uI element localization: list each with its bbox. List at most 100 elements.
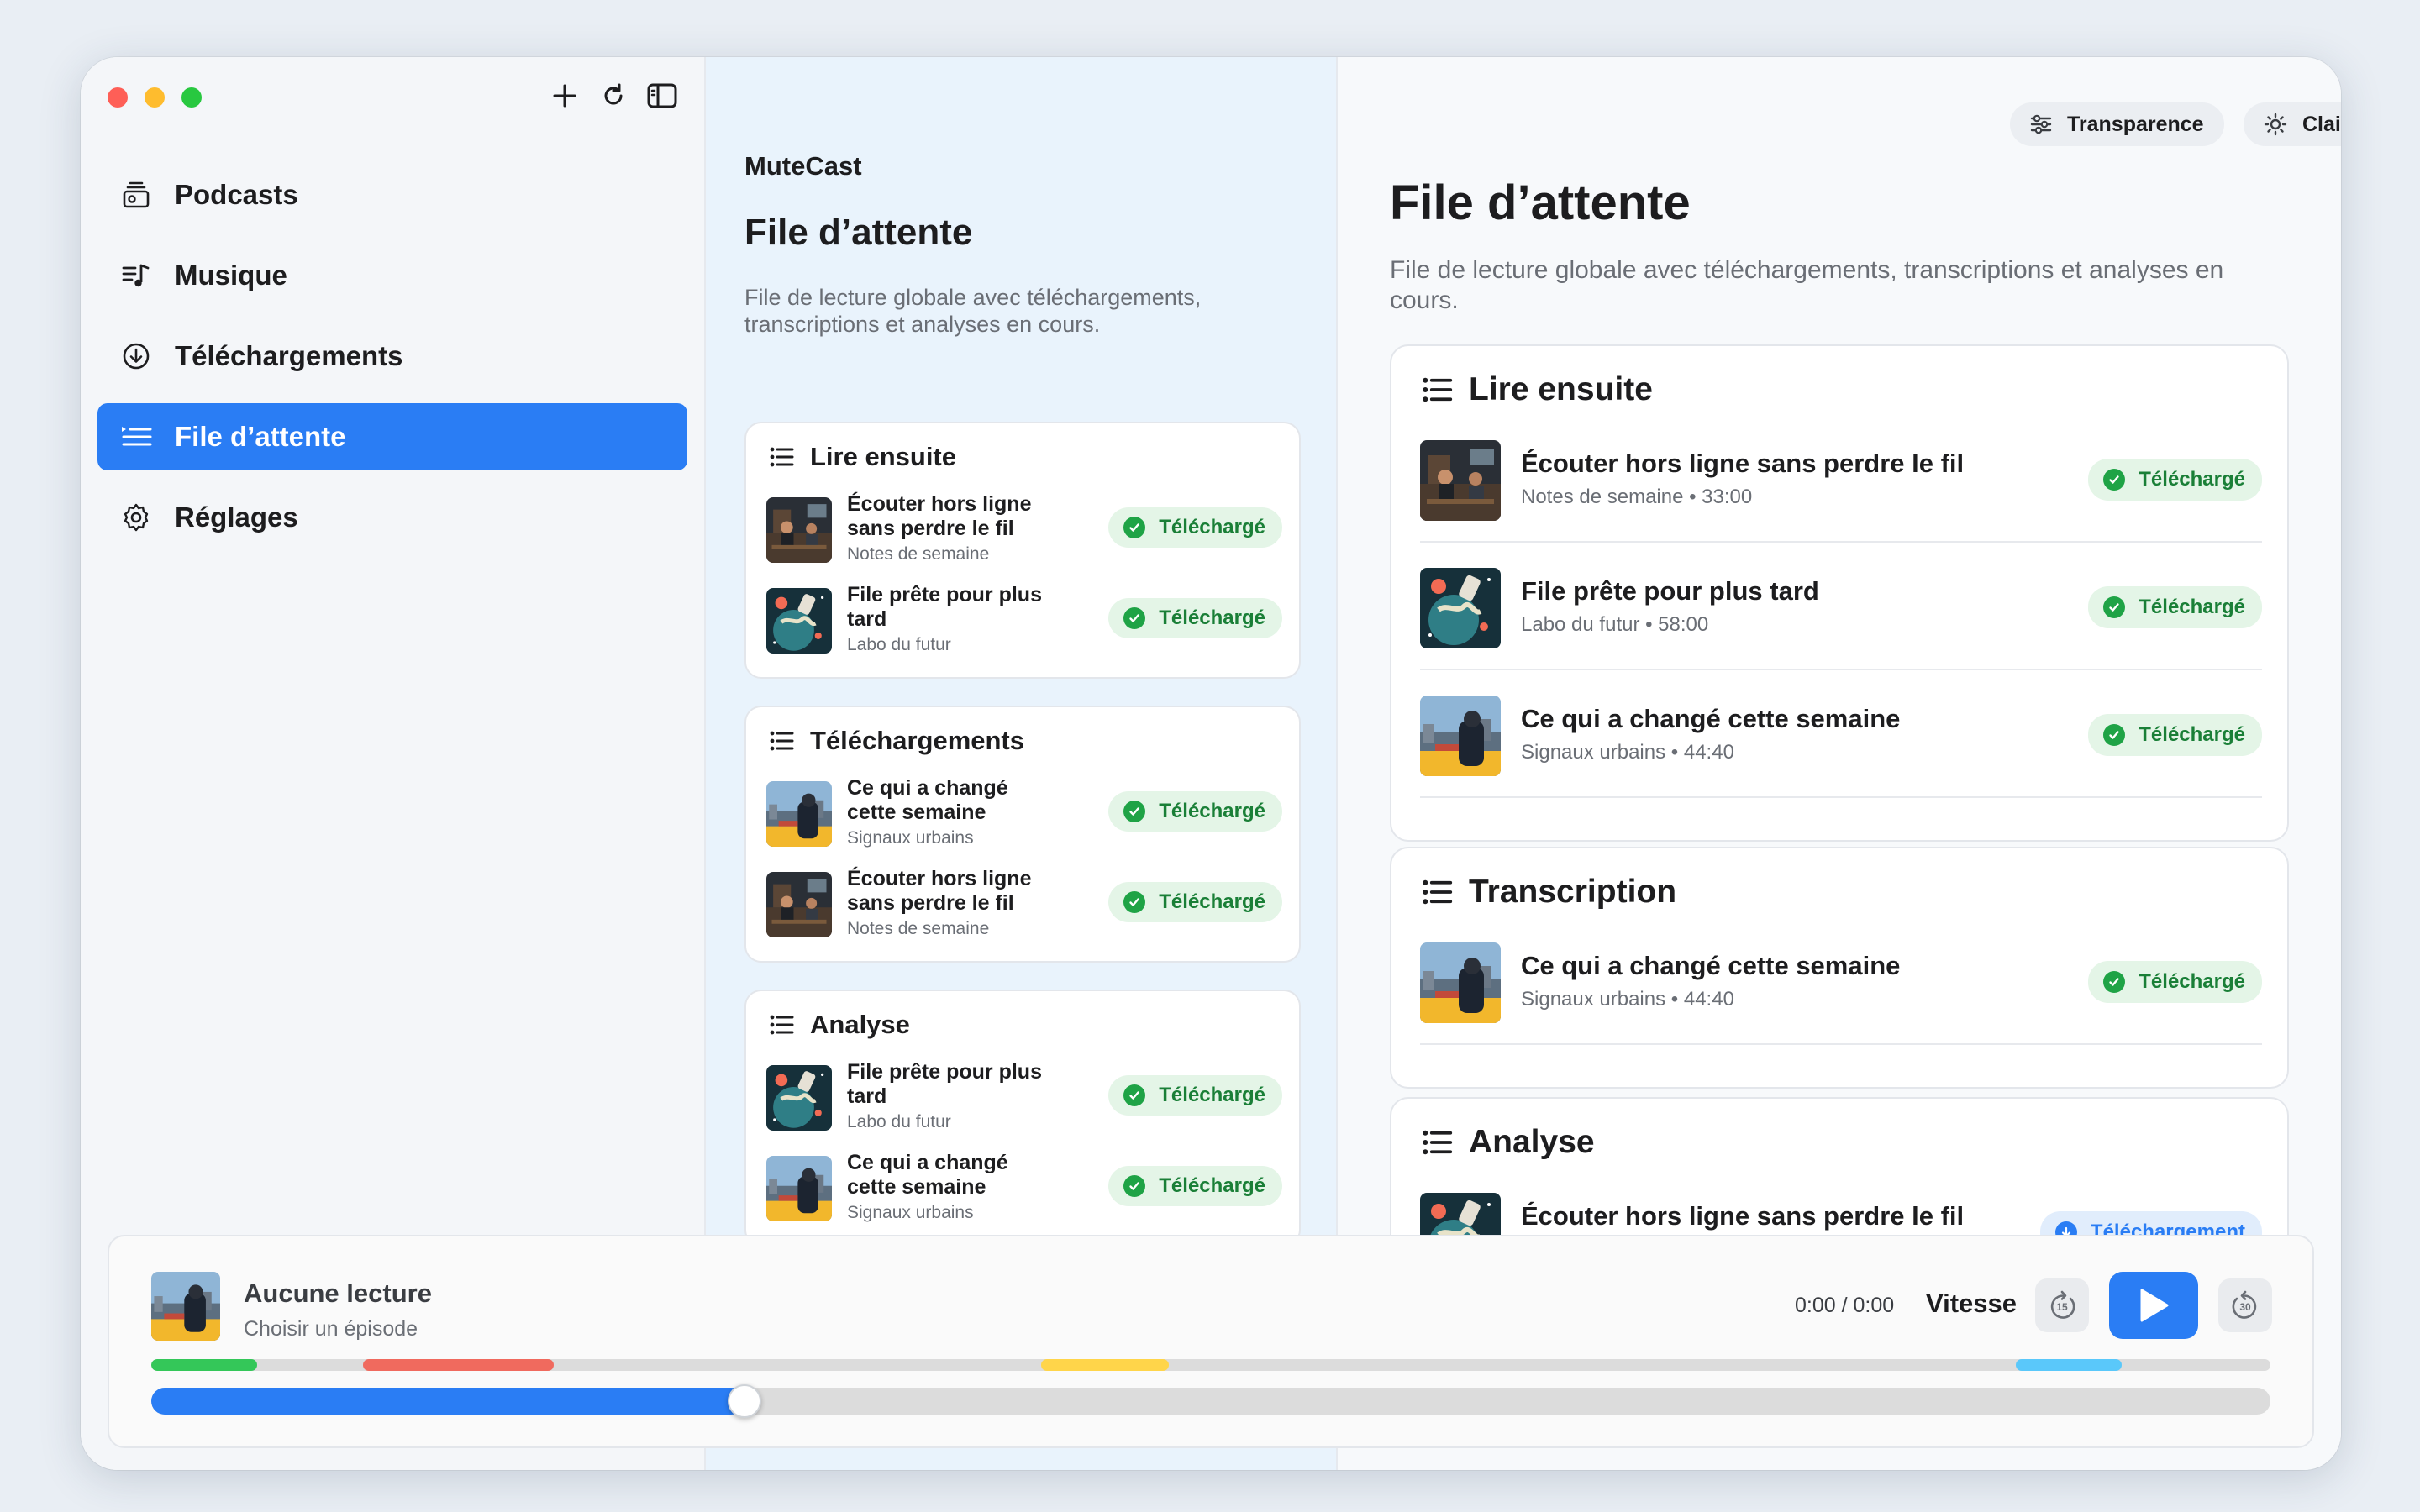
queue-section-card: Lire ensuite Écouter hors ligne sans perd… [1390,344,2289,842]
sidebar-toggle-icon[interactable] [647,81,677,111]
section-header: Transcription [1420,874,1676,911]
chapter-segment [151,1359,258,1371]
sidebar-item-label: File d’attente [175,421,346,452]
sidebar-item-label: Musique [175,260,287,291]
episode-podcast: Notes de semaine [847,544,990,564]
status-label: Téléchargé [1159,1084,1265,1106]
skip-back-button[interactable]: 15 [2035,1278,2089,1332]
episode-artwork [766,588,832,654]
episode-meta: Notes de semaine • 33:00 [1521,486,1753,508]
checkmark-icon [2103,724,2126,746]
sidebar-item-reglages[interactable]: Réglages [97,484,687,551]
music-list-icon [119,259,153,292]
section-header: Téléchargements [768,726,1024,756]
progress-slider[interactable] [151,1384,2270,1418]
list-icon [1420,875,1454,909]
list-icon [768,444,795,470]
episode-artwork [766,872,832,937]
transparency-button[interactable]: Transparence [2010,102,2224,146]
chapter-segment [2016,1359,2123,1371]
queue-episode-row[interactable]: Ce qui a changé cette semaine Signaux urb… [766,776,1282,852]
zoom-window-button[interactable] [182,87,202,108]
checkmark-icon [1123,517,1146,538]
sidebar-toolbar [550,81,677,111]
chapter-markers [151,1359,2270,1371]
refresh-icon[interactable] [598,81,629,111]
episode-title: Ce qui a changé cette semaine [847,776,1008,824]
episode-artwork [766,781,832,847]
episode-title: Ce qui a changé cette semaine [847,1151,1008,1199]
app-window: Podcasts Musique Téléchargements File d’att… [81,57,2341,1470]
column-title: File d’attente [744,212,973,253]
checkmark-icon [2103,469,2126,491]
section-title: Transcription [1469,874,1677,910]
sidebar-item-file-attente[interactable]: File d’attente [97,403,687,470]
list-icon [1420,373,1454,407]
queue-episode-row[interactable]: File prête pour plus tard Labo du futur •… [1420,543,2262,670]
status-badge: Téléchargé [1108,507,1282,548]
transparency-label: Transparence [2067,112,2204,136]
skip-forward-button[interactable]: 30 [2218,1278,2272,1332]
now-playing-artwork [151,1272,220,1341]
checkmark-icon [1123,1084,1146,1106]
status-badge: Téléchargé [1108,1075,1282,1116]
episode-artwork [1420,440,1501,521]
sidebar-item-telechargements[interactable]: Téléchargements [97,323,687,390]
status-badge: Téléchargé [2088,961,2262,1003]
skip-back-15-icon: 15 [2050,1290,2075,1319]
checkmark-icon [1123,801,1146,822]
section-header: Analyse [1420,1124,1595,1161]
queue-episode-row[interactable]: File prête pour plus tard Labo du futur Té… [766,583,1282,659]
queue-episode-row[interactable]: Ce qui a changé cette semaine Signaux urb… [1420,670,2262,798]
episode-title: File prête pour plus tard [1521,576,1819,606]
episode-podcast: Labo du futur [847,1112,951,1131]
add-icon[interactable] [550,81,580,111]
episode-title: File prête pour plus tard [847,1060,1042,1108]
theme-button[interactable]: Clair [2244,102,2341,146]
episode-podcast: Signaux urbains [847,828,974,848]
status-label: Téléchargé [1159,1174,1265,1197]
episode-meta: Labo du futur • 58:00 [1521,613,1709,636]
status-badge: Téléchargé [2088,586,2262,628]
theme-label: Clair [2302,112,2341,136]
sidebar-item-label: Podcasts [175,179,298,210]
sidebar-item-podcasts[interactable]: Podcasts [97,161,687,228]
close-window-button[interactable] [108,87,128,108]
episode-title: Écouter hors ligne sans perdre le fil [847,867,1032,915]
checkmark-icon [2103,971,2126,993]
gear-icon [119,501,153,534]
status-badge: Téléchargé [1108,598,1282,638]
status-label: Téléchargé [2139,970,2245,993]
queue-section-card: Lire ensuite Écouter hors ligne sans perd… [744,422,1301,679]
sidebar-item-musique[interactable]: Musique [97,242,687,309]
status-badge: Téléchargé [2088,714,2262,756]
section-title: Analyse [810,1010,910,1039]
episode-podcast: Signaux urbains [847,1203,974,1222]
queue-episode-row[interactable]: Ce qui a changé cette semaine Signaux urb… [1420,917,2262,1045]
queue-episode-row[interactable]: Écouter hors ligne sans perdre le fil Not… [766,867,1282,942]
now-playing-title: Aucune lecture [244,1278,432,1308]
status-label: Téléchargé [1159,800,1265,822]
queue-episode-row[interactable]: File prête pour plus tard Labo du futur Té… [766,1060,1282,1136]
queue-episode-row[interactable]: Écouter hors ligne sans perdre le fil Not… [766,492,1282,568]
sliders-icon [2030,114,2052,134]
speed-button[interactable]: Vitesse [1926,1289,2017,1319]
minimize-window-button[interactable] [145,87,165,108]
checkmark-icon [2103,596,2126,618]
episode-artwork [766,497,832,563]
status-label: Téléchargé [2139,596,2245,618]
status-badge: Téléchargé [2088,459,2262,501]
play-button[interactable] [2109,1272,2198,1339]
window-controls [108,87,202,108]
sidebar-item-label: Téléchargements [175,340,403,371]
now-playing-subtitle: Choisir un épisode [244,1317,418,1341]
episode-title: Ce qui a changé cette semaine [1521,704,1901,733]
queue-section-card: Transcription Ce qui a changé cette semai… [1390,847,2289,1089]
status-badge: Téléchargé [1108,1166,1282,1206]
queue-episode-row[interactable]: Écouter hors ligne sans perdre le fil Not… [1420,415,2262,543]
progress-handle[interactable] [728,1384,762,1418]
chapter-segment [1041,1359,1169,1371]
queue-episode-row[interactable]: Ce qui a changé cette semaine Signaux urb… [766,1151,1282,1226]
checkmark-icon [1123,891,1146,913]
episode-artwork [1420,942,1501,1023]
